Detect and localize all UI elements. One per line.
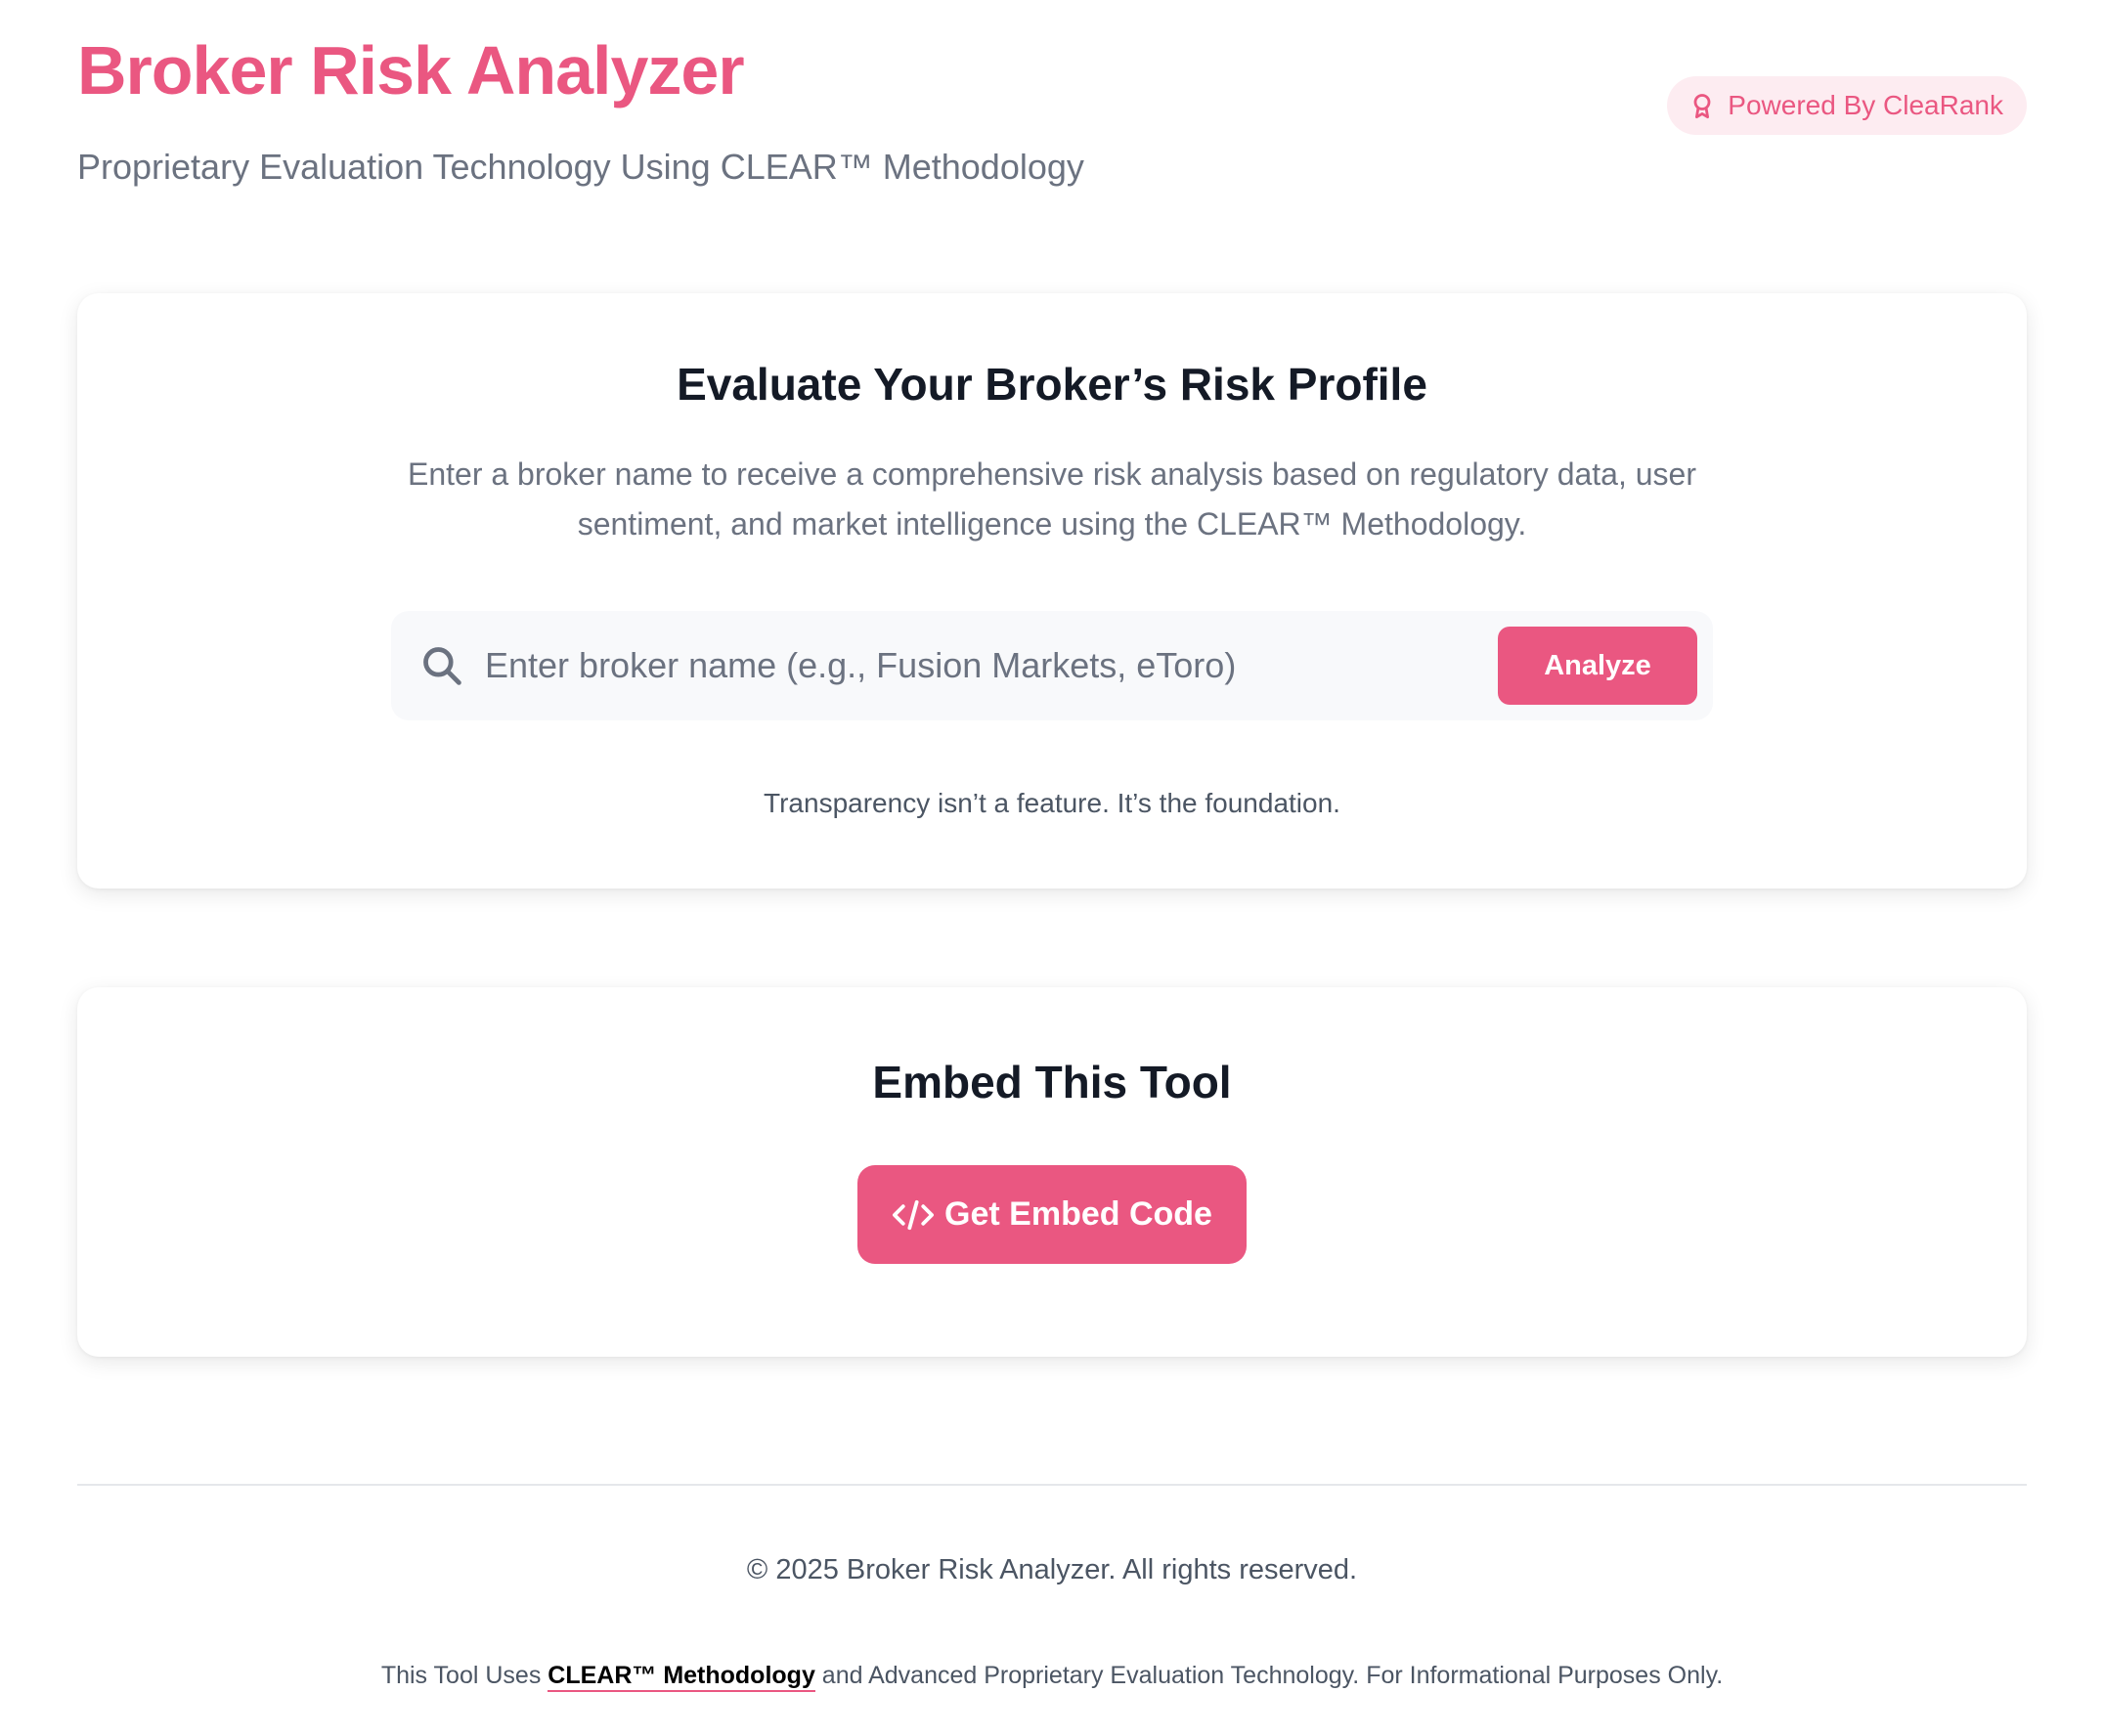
disclaimer-text: This Tool Uses CLEAR™ Methodology and Ad… xyxy=(0,1662,2104,1692)
footer-divider xyxy=(77,1484,2027,1486)
analyze-button[interactable]: Analyze xyxy=(1498,627,1697,705)
broker-search-input[interactable] xyxy=(485,627,1498,705)
page: Broker Risk Analyzer Proprietary Evaluat… xyxy=(0,0,2104,1736)
get-embed-code-label: Get Embed Code xyxy=(944,1195,1212,1233)
embed-heading: Embed This Tool xyxy=(872,1057,1232,1107)
award-icon xyxy=(1693,94,1711,119)
get-embed-code-button[interactable]: Get Embed Code xyxy=(857,1165,1247,1264)
powered-by-badge[interactable]: Powered By CleaRank xyxy=(1667,76,2027,135)
copyright-text: © 2025 Broker Risk Analyzer. All rights … xyxy=(746,1554,1358,1585)
broker-search-bar: Analyze xyxy=(391,611,1713,720)
page-header: Broker Risk Analyzer Proprietary Evaluat… xyxy=(77,0,2027,254)
disclaimer-suffix: and Advanced Proprietary Evaluation Tech… xyxy=(814,1662,1724,1689)
tagline: Transparency isn’t a feature. It’s the f… xyxy=(764,788,1340,818)
powered-by-label: Powered By CleaRank xyxy=(1728,90,2003,120)
embed-card: Embed This Tool Get Embed Code xyxy=(77,987,2027,1357)
disclaimer-prefix: This Tool Uses xyxy=(380,1662,548,1689)
search-icon xyxy=(423,647,461,685)
clear-methodology-link[interactable]: CLEAR™ Methodology xyxy=(548,1662,815,1692)
evaluate-description: Enter a broker name to receive a compreh… xyxy=(407,456,1696,542)
app-title: Broker Risk Analyzer xyxy=(77,32,745,108)
code-icon xyxy=(893,1199,935,1230)
app-subtitle: Proprietary Evaluation Technology Using … xyxy=(77,147,1084,187)
evaluate-heading: Evaluate Your Broker’s Risk Profile xyxy=(677,359,1427,410)
evaluate-card: Evaluate Your Broker’s Risk Profile Ente… xyxy=(77,293,2027,889)
